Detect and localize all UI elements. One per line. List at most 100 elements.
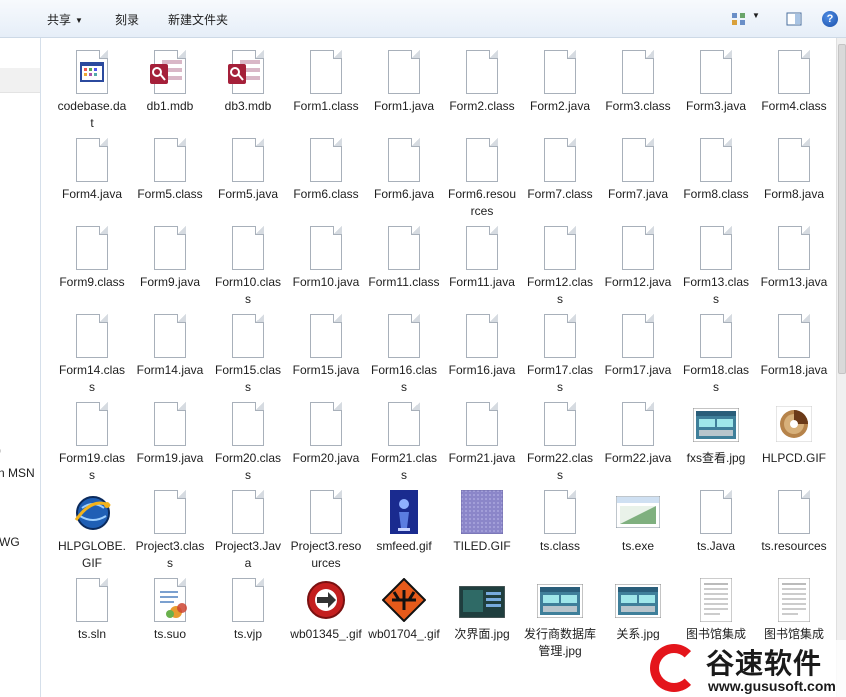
airplane-sign-image-icon	[380, 576, 428, 624]
file-item[interactable]: Form2.class	[443, 48, 521, 115]
file-item[interactable]: Form7.java	[599, 136, 677, 203]
blank-file-icon	[68, 576, 116, 624]
file-item[interactable]: Project3.Java	[209, 488, 287, 572]
file-item[interactable]: Form13.class	[677, 224, 755, 308]
file-item[interactable]: 图书馆集成	[677, 576, 755, 643]
file-item[interactable]: Form4.class	[755, 48, 833, 115]
blank-file-icon	[302, 224, 350, 272]
file-item[interactable]: Form2.java	[521, 48, 599, 115]
file-item[interactable]: wb01345_.gif	[287, 576, 365, 643]
file-name-label: Form21.class	[370, 451, 438, 482]
watermark: 谷速软件 www.gususoft.com	[648, 640, 846, 697]
file-item[interactable]: ts.class	[521, 488, 599, 555]
file-item[interactable]: Form12.java	[599, 224, 677, 291]
file-item[interactable]: ts.suo	[131, 576, 209, 643]
vertical-scrollbar[interactable]	[836, 38, 846, 697]
nav-selected-row[interactable]	[0, 68, 40, 93]
file-item[interactable]: Form5.class	[131, 136, 209, 203]
file-item[interactable]: Project3.resources	[287, 488, 365, 572]
file-item[interactable]: Form22.class	[521, 400, 599, 484]
file-item[interactable]: 关系.jpg	[599, 576, 677, 643]
file-item[interactable]: Project3.class	[131, 488, 209, 572]
blank-file-icon	[614, 400, 662, 448]
file-name-label: db3.mdb	[224, 99, 272, 113]
file-item[interactable]: Form12.class	[521, 224, 599, 308]
file-item[interactable]: Form3.class	[599, 48, 677, 115]
file-item[interactable]: Form1.java	[365, 48, 443, 115]
file-item[interactable]: Form19.java	[131, 400, 209, 467]
file-item[interactable]: Form10.class	[209, 224, 287, 308]
new-folder-button[interactable]: 新建文件夹	[168, 11, 228, 28]
file-item[interactable]: ts.resources	[755, 488, 833, 555]
preview-pane-icon[interactable]	[786, 11, 802, 27]
file-item[interactable]: 次界面.jpg	[443, 576, 521, 643]
file-item[interactable]: Form11.java	[443, 224, 521, 291]
file-item[interactable]: Form6.class	[287, 136, 365, 203]
file-item[interactable]: HLPGLOBE.GIF	[53, 488, 131, 572]
file-item[interactable]: TILED.GIF	[443, 488, 521, 555]
file-item[interactable]: Form13.java	[755, 224, 833, 291]
scrollbar-thumb[interactable]	[838, 44, 846, 374]
file-item[interactable]: Form8.class	[677, 136, 755, 203]
file-item[interactable]: smfeed.gif	[365, 488, 443, 555]
file-item[interactable]: Form5.java	[209, 136, 287, 203]
file-item[interactable]: Form16.class	[365, 312, 443, 396]
file-item[interactable]: HLPCD.GIF	[755, 400, 833, 467]
share-button[interactable]: 共享 ▼	[47, 11, 83, 28]
file-item[interactable]: Form11.class	[365, 224, 443, 291]
file-item[interactable]: Form16.java	[443, 312, 521, 379]
file-name-label: Form4.java	[61, 187, 123, 201]
file-name-label: Form1.java	[373, 99, 435, 113]
file-item[interactable]: codebase.dat	[53, 48, 131, 132]
file-item[interactable]: ts.exe	[599, 488, 677, 555]
file-item[interactable]: Form1.class	[287, 48, 365, 115]
file-item[interactable]: Form21.java	[443, 400, 521, 467]
file-item[interactable]: fxs查看.jpg	[677, 400, 755, 467]
file-item[interactable]: Form21.class	[365, 400, 443, 484]
view-options-dropdown-chevron-icon[interactable]: ▼	[752, 11, 768, 27]
file-item[interactable]: 发行商数据库管理.jpg	[521, 576, 599, 660]
file-item[interactable]: Form15.java	[287, 312, 365, 379]
blank-file-icon	[302, 312, 350, 360]
file-item[interactable]: Form9.java	[131, 224, 209, 291]
file-item[interactable]: Form14.class	[53, 312, 131, 396]
file-item[interactable]: Form20.java	[287, 400, 365, 467]
file-item[interactable]: Form22.java	[599, 400, 677, 467]
exe-window-icon	[614, 488, 662, 536]
nav-item-msn[interactable]: n MSN	[0, 466, 35, 480]
file-item[interactable]: Form4.java	[53, 136, 131, 203]
file-item[interactable]: Form6.java	[365, 136, 443, 203]
help-icon[interactable]: ?	[822, 11, 838, 27]
file-item[interactable]: ts.vjp	[209, 576, 287, 643]
nav-item-wg[interactable]: WG	[0, 535, 20, 549]
file-item[interactable]: db3.mdb	[209, 48, 287, 115]
file-item[interactable]: Form14.java	[131, 312, 209, 379]
file-name-label: Form6.class	[293, 187, 359, 201]
file-item[interactable]: Form15.class	[209, 312, 287, 396]
file-name-label: Form2.java	[529, 99, 591, 113]
screenshot-image-icon	[536, 576, 584, 624]
file-item[interactable]: ts.sln	[53, 576, 131, 643]
file-item[interactable]: ts.Java	[677, 488, 755, 555]
file-item[interactable]: Form8.java	[755, 136, 833, 203]
file-item[interactable]: 图书馆集成	[755, 576, 833, 643]
file-item[interactable]: Form7.class	[521, 136, 599, 203]
file-item[interactable]: Form18.class	[677, 312, 755, 396]
screenshot-image-icon	[692, 400, 740, 448]
file-item[interactable]: Form17.java	[599, 312, 677, 379]
file-item[interactable]: Form3.java	[677, 48, 755, 115]
file-item[interactable]: Form17.class	[521, 312, 599, 396]
file-item[interactable]: Form6.resources	[443, 136, 521, 220]
file-name-label: Form14.class	[58, 363, 126, 394]
file-item[interactable]: Form19.class	[53, 400, 131, 484]
file-item[interactable]: Form9.class	[53, 224, 131, 291]
file-item[interactable]: Form20.class	[209, 400, 287, 484]
nav-item-1[interactable]: )	[0, 443, 1, 457]
view-options-icon[interactable]	[731, 11, 747, 27]
file-item[interactable]: wb01704_.gif	[365, 576, 443, 643]
file-item[interactable]: db1.mdb	[131, 48, 209, 115]
file-name-label: Form3.class	[605, 99, 671, 113]
file-item[interactable]: Form10.java	[287, 224, 365, 291]
file-item[interactable]: Form18.java	[755, 312, 833, 379]
burn-button[interactable]: 刻录	[115, 11, 139, 28]
